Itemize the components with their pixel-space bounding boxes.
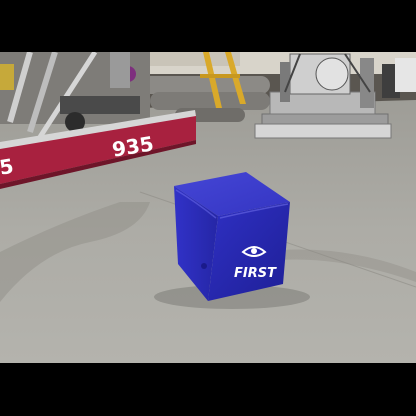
cube-logo-text: FIRST bbox=[234, 266, 277, 281]
pipe bbox=[150, 92, 270, 110]
pipe bbox=[140, 76, 270, 94]
ladder-rung bbox=[200, 74, 240, 78]
robotics-scene: 935 5 FIRST bbox=[0, 52, 416, 363]
photo-frame: 935 5 FIRST bbox=[0, 52, 416, 363]
